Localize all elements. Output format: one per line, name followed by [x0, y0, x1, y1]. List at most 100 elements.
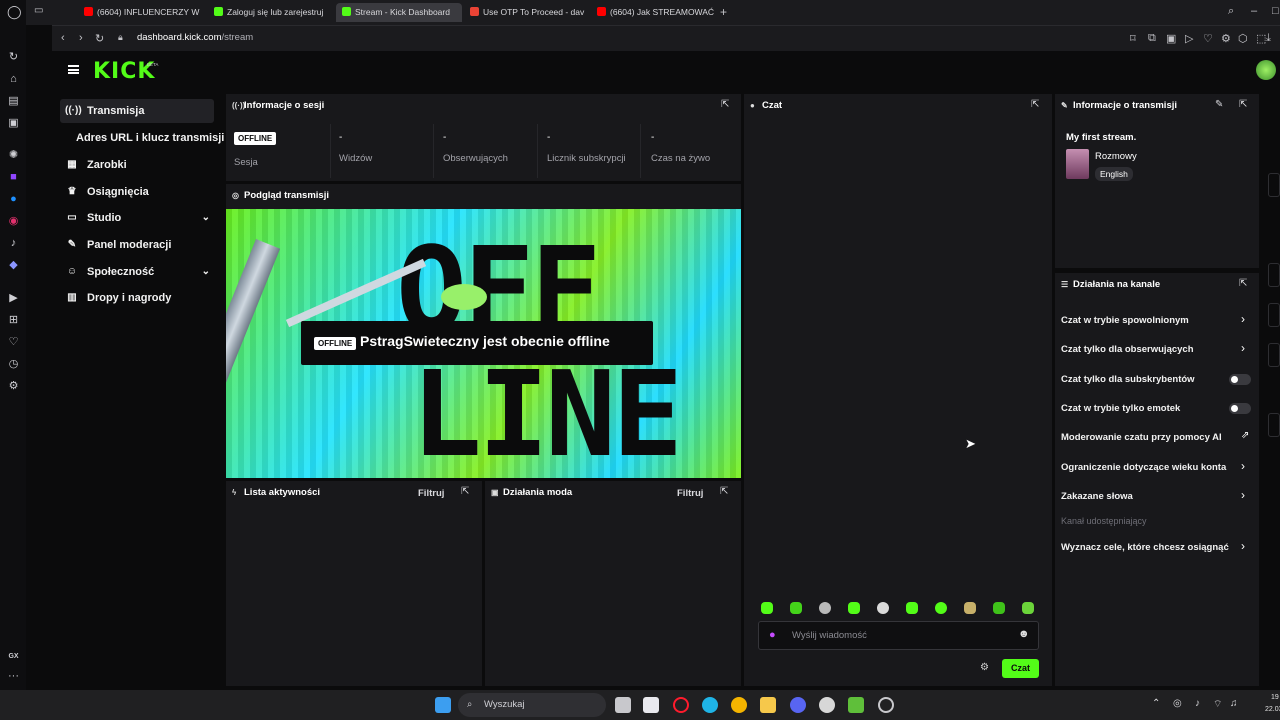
- emote-only-toggle[interactable]: [1229, 403, 1251, 414]
- file-explorer-icon[interactable]: [760, 697, 776, 713]
- chrome-icon[interactable]: [731, 697, 747, 713]
- emote-icon[interactable]: [790, 602, 802, 614]
- rail-button[interactable]: [1268, 173, 1280, 197]
- tab-1[interactable]: Zaloguj się lub zarejestruj: [208, 3, 330, 22]
- rail-button[interactable]: [1268, 413, 1280, 437]
- sidebar-item-osiagniecia[interactable]: ♛ Osiągnięcia: [60, 180, 214, 204]
- forward-icon[interactable]: ›: [79, 32, 83, 44]
- emote-icon[interactable]: [935, 602, 947, 614]
- tray-chevron-icon[interactable]: ⌃: [1152, 698, 1160, 709]
- tab-manager-icon[interactable]: ▣: [7, 117, 20, 130]
- banned-words-row[interactable]: Zakazane słowa: [1061, 491, 1251, 502]
- minimize-icon[interactable]: –: [1251, 5, 1257, 17]
- chevron-right-icon[interactable]: ›: [1241, 312, 1245, 326]
- sidebar-item-transmisja[interactable]: ((·)) Transmisja: [60, 99, 214, 123]
- tray-app-icon[interactable]: ◎: [1173, 698, 1182, 709]
- opera-logo-icon[interactable]: ◯: [7, 5, 22, 18]
- rail-button[interactable]: [1268, 263, 1280, 287]
- extensions-icon[interactable]: ⊞: [7, 314, 20, 327]
- sidebar-item-spolecznosc[interactable]: ☺ Społeczność ⌄: [60, 260, 214, 284]
- chevron-right-icon[interactable]: ›: [1241, 459, 1245, 473]
- chevron-right-icon[interactable]: ›: [1241, 341, 1245, 355]
- send-chat-button[interactable]: Czat: [1002, 659, 1039, 678]
- store-icon[interactable]: [643, 697, 659, 713]
- emote-icon[interactable]: [877, 602, 889, 614]
- external-link-icon[interactable]: ⇗: [1241, 430, 1249, 441]
- minecraft-icon[interactable]: [848, 697, 864, 713]
- hamburger-menu-icon[interactable]: [68, 65, 79, 74]
- microphone-icon[interactable]: ♪: [1195, 698, 1200, 709]
- tab-4[interactable]: (6604) Jak STREAMOWAĆ: [591, 3, 715, 22]
- clock-date[interactable]: 22.03.2: [1265, 706, 1280, 713]
- more-icon[interactable]: ···: [7, 670, 20, 683]
- emote-icon[interactable]: [819, 602, 831, 614]
- sidebar-item-studio[interactable]: ▭ Studio ⌄: [60, 206, 214, 230]
- heart-icon[interactable]: ♡: [7, 336, 20, 349]
- back-icon[interactable]: ‹: [61, 32, 65, 44]
- windows-start-icon[interactable]: [435, 697, 451, 713]
- set-goals-row[interactable]: Wyznacz cele, które chcesz osiągnąć: [1061, 542, 1251, 553]
- popout-icon[interactable]: ⇱: [1239, 99, 1247, 110]
- category-thumbnail[interactable]: [1066, 149, 1089, 179]
- emote-icon[interactable]: [993, 602, 1005, 614]
- slow-mode-row[interactable]: Czat w trybie spowolnionym: [1061, 315, 1251, 326]
- ai-moderation-row[interactable]: Moderowanie czatu przy pomocy AI: [1061, 432, 1251, 443]
- tab-2-active[interactable]: Stream - Kick Dashboard: [336, 3, 462, 22]
- edge-icon[interactable]: [702, 697, 718, 713]
- new-tab-icon[interactable]: +: [720, 5, 727, 19]
- gx-label[interactable]: GX: [7, 650, 20, 663]
- player-icon[interactable]: ▶: [7, 292, 20, 305]
- refresh-icon[interactable]: ↻: [7, 51, 20, 64]
- clock-time[interactable]: 19: [1271, 694, 1279, 701]
- filter-button[interactable]: Filtruj: [418, 488, 444, 499]
- home-icon[interactable]: ⌂: [7, 73, 20, 86]
- emote-icon[interactable]: [848, 602, 860, 614]
- tab-3[interactable]: Use OTP To Proceed - dav: [464, 3, 586, 22]
- easy-files-icon[interactable]: ⬚: [1256, 32, 1266, 45]
- chatgpt-icon[interactable]: ✺: [7, 149, 20, 162]
- network-icon[interactable]: ⌔: [1213, 698, 1222, 711]
- category-name[interactable]: Rozmowy: [1095, 151, 1137, 162]
- snapshot-icon[interactable]: ⧉: [1148, 32, 1156, 45]
- chat-input[interactable]: ● Wyślij wiadomość ☻: [758, 621, 1039, 650]
- settings-icon[interactable]: ⚙: [7, 380, 20, 393]
- bookmark-icon[interactable]: ⌑: [1130, 32, 1136, 45]
- reload-icon[interactable]: ↻: [95, 32, 104, 45]
- discord-icon[interactable]: [790, 697, 806, 713]
- obs-icon[interactable]: [878, 697, 894, 713]
- emoji-icon[interactable]: ☻: [1018, 628, 1030, 640]
- taskbar-search[interactable]: ⌕ Wyszukaj: [458, 693, 606, 717]
- tiktok-icon[interactable]: ♪: [7, 237, 20, 250]
- tab-overview-icon[interactable]: ▭: [34, 5, 43, 16]
- chat-settings-icon[interactable]: ⚙: [980, 662, 989, 673]
- popout-icon[interactable]: ⇱: [1239, 278, 1247, 289]
- search-tabs-icon[interactable]: ⌕: [1228, 5, 1234, 18]
- history-icon[interactable]: ◷: [7, 358, 20, 371]
- task-view-icon[interactable]: [615, 697, 631, 713]
- wallet-icon[interactable]: ▤: [7, 95, 20, 108]
- heart-icon[interactable]: ♡: [1203, 32, 1213, 45]
- messenger-icon[interactable]: ●: [7, 193, 20, 206]
- edit-icon[interactable]: ✎: [1215, 99, 1223, 110]
- maximize-icon[interactable]: □: [1272, 5, 1279, 17]
- emote-icon[interactable]: [964, 602, 976, 614]
- instagram-icon[interactable]: ◉: [7, 215, 20, 228]
- sidebar-item-stream-key[interactable]: Adres URL i klucz transmisji: [60, 126, 230, 150]
- emote-icon[interactable]: [906, 602, 918, 614]
- chevron-right-icon[interactable]: ›: [1241, 488, 1245, 502]
- opera-gx-icon[interactable]: [673, 697, 689, 713]
- url-field[interactable]: dashboard.kick.com/stream: [137, 32, 253, 43]
- rail-button[interactable]: [1268, 303, 1280, 327]
- volume-icon[interactable]: ♫: [1230, 698, 1238, 709]
- subscribers-only-toggle[interactable]: [1229, 374, 1251, 385]
- chevron-right-icon[interactable]: ›: [1241, 539, 1245, 553]
- account-age-row[interactable]: Ograniczenie dotyczące wieku konta: [1061, 462, 1251, 473]
- discord-icon[interactable]: ◆: [7, 259, 20, 272]
- popout-icon[interactable]: ⇱: [461, 486, 469, 497]
- popout-icon[interactable]: ⇱: [721, 99, 729, 110]
- sidebar-item-panel-moderacji[interactable]: ✎ Panel moderacji: [60, 233, 214, 257]
- followers-only-row[interactable]: Czat tylko dla obserwujących: [1061, 344, 1251, 355]
- microphone-icon[interactable]: ●: [769, 629, 776, 641]
- popout-icon[interactable]: ⇱: [1031, 99, 1039, 110]
- emote-icon[interactable]: [1022, 602, 1034, 614]
